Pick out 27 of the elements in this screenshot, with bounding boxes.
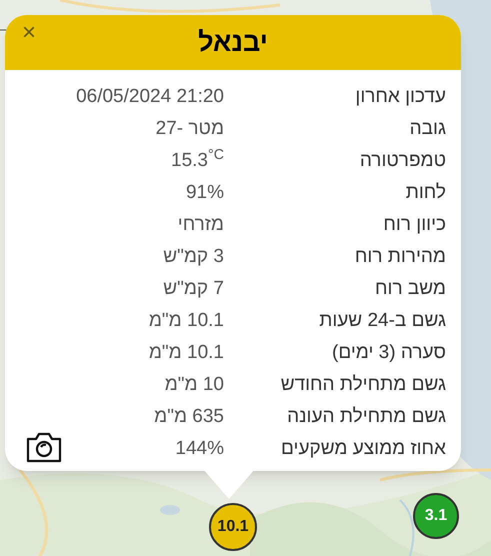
row-label: גשם מתחילת העונה	[286, 404, 446, 429]
row-value: מזרחי	[178, 212, 224, 237]
close-button[interactable]: ×	[22, 21, 36, 45]
row-value: 10.1 מ"מ	[148, 340, 224, 365]
row-label: גשם מתחילת החודש	[280, 372, 446, 397]
row-label: לחות	[404, 180, 446, 205]
row-value: מטר -27	[156, 116, 224, 141]
row-label: גשם ב-24 שעות	[318, 308, 446, 333]
popup-title: יבנאל	[198, 26, 268, 60]
row-label: מהירות רוח	[354, 244, 446, 269]
row-label: טמפרטורה	[358, 148, 446, 173]
camera-icon[interactable]	[25, 431, 63, 463]
row-label: גובה	[408, 116, 446, 141]
row-label: עדכון אחרון	[354, 84, 446, 109]
row-label: כיוון רוח	[382, 212, 446, 237]
row-value: 91%	[186, 180, 224, 205]
row-value: 7 קמ"ש	[163, 276, 224, 301]
row-value: 635 מ"מ	[154, 404, 224, 429]
row-value: 15.3$^{°C}$	[171, 146, 224, 173]
row-value: 10 מ"מ	[164, 372, 224, 397]
row-label: סערה (3 ימים)	[331, 340, 446, 365]
row-label: משב רוח	[374, 276, 446, 301]
row-label: אחוז ממוצע משקעים	[280, 436, 446, 461]
row-value: 10.1 מ"מ	[148, 308, 224, 333]
row-value: 06/05/2024 21:20	[76, 84, 224, 109]
row-value: 144%	[175, 436, 224, 461]
row-value: 3 קמ"ש	[163, 244, 224, 269]
